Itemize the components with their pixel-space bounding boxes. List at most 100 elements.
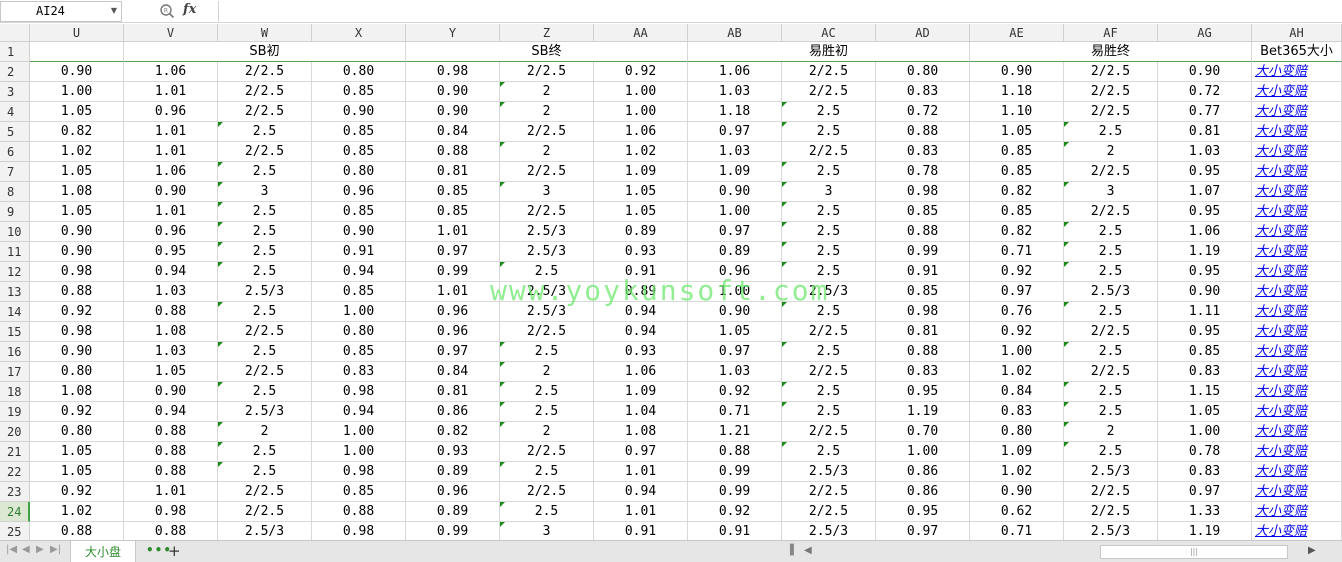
table-cell[interactable]: 2/2.5 xyxy=(218,322,312,342)
row-header[interactable]: 20 xyxy=(0,422,30,442)
table-cell[interactable]: 2/2.5 xyxy=(782,482,876,502)
merged-group-header[interactable]: SB终 xyxy=(406,42,688,62)
merged-group-header[interactable]: SB初 xyxy=(124,42,406,62)
table-cell[interactable]: 1.09 xyxy=(594,382,688,402)
row-header[interactable]: 19 xyxy=(0,402,30,422)
table-cell[interactable]: 0.97 xyxy=(876,522,970,540)
table-cell[interactable]: 0.90 xyxy=(312,102,406,122)
table-cell[interactable]: 0.94 xyxy=(312,402,406,422)
table-cell[interactable]: 1.08 xyxy=(594,422,688,442)
table-cell[interactable]: 0.88 xyxy=(124,422,218,442)
table-cell[interactable]: 0.88 xyxy=(124,462,218,482)
table-cell[interactable]: 0.85 xyxy=(312,202,406,222)
table-cell[interactable]: 1.19 xyxy=(1158,242,1252,262)
table-cell[interactable]: 0.90 xyxy=(406,82,500,102)
table-cell[interactable]: 0.98 xyxy=(30,262,124,282)
table-cell[interactable]: 0.98 xyxy=(30,322,124,342)
table-cell[interactable]: 0.83 xyxy=(876,82,970,102)
row-header[interactable]: 10 xyxy=(0,222,30,242)
table-cell[interactable]: 1.05 xyxy=(688,322,782,342)
table-cell[interactable]: 1.06 xyxy=(124,62,218,82)
table-cell[interactable]: 1.05 xyxy=(30,162,124,182)
table-cell[interactable]: 1.00 xyxy=(688,202,782,222)
table-cell[interactable]: 1.03 xyxy=(124,342,218,362)
table-cell[interactable]: 2 xyxy=(500,82,594,102)
table-cell[interactable]: 3 xyxy=(500,522,594,540)
table-cell[interactable]: 0.95 xyxy=(1158,202,1252,222)
table-cell[interactable]: 0.90 xyxy=(124,382,218,402)
table-cell[interactable]: 0.99 xyxy=(406,522,500,540)
table-cell[interactable]: 1.01 xyxy=(124,482,218,502)
table-cell[interactable]: 0.80 xyxy=(312,322,406,342)
table-cell[interactable]: 2.5 xyxy=(218,382,312,402)
table-cell[interactable]: 0.91 xyxy=(594,522,688,540)
spreadsheet-grid[interactable]: U V W X Y Z AA AB AC AD AE AF AG AH 1 2 3 4 5 6 7 8 9 10 11 12 13… xyxy=(0,24,1342,540)
table-cell[interactable]: 0.85 xyxy=(312,482,406,502)
table-cell[interactable]: 0.95 xyxy=(876,502,970,522)
table-cell[interactable]: 2.5 xyxy=(782,162,876,182)
bet365-header[interactable]: Bet365大小 xyxy=(1252,42,1342,62)
table-cell[interactable]: 1.05 xyxy=(124,362,218,382)
table-cell[interactable]: 2/2.5 xyxy=(1064,482,1158,502)
table-cell[interactable]: 2.5 xyxy=(500,382,594,402)
table-cell[interactable]: 0.72 xyxy=(876,102,970,122)
last-sheet-icon[interactable]: ▶| xyxy=(50,544,61,555)
hyperlink-cell[interactable]: 大小变赔 xyxy=(1252,242,1342,262)
row-header[interactable]: 17 xyxy=(0,362,30,382)
table-cell[interactable]: 1.01 xyxy=(594,502,688,522)
table-cell[interactable]: 0.82 xyxy=(970,182,1064,202)
table-cell[interactable]: 0.88 xyxy=(876,122,970,142)
table-cell[interactable]: 0.96 xyxy=(312,182,406,202)
scrollbar-thumb[interactable]: ||| xyxy=(1100,545,1288,559)
row-header[interactable]: 8 xyxy=(0,182,30,202)
table-cell[interactable]: 0.90 xyxy=(970,482,1064,502)
row-header[interactable]: 24 xyxy=(0,502,30,522)
table-cell[interactable]: 0.97 xyxy=(406,242,500,262)
table-cell[interactable]: 0.98 xyxy=(124,502,218,522)
first-sheet-icon[interactable]: |◀ xyxy=(6,544,17,555)
table-cell[interactable]: 1.03 xyxy=(688,362,782,382)
table-cell[interactable]: 2.5 xyxy=(218,342,312,362)
hyperlink-cell[interactable]: 大小变赔 xyxy=(1252,222,1342,242)
table-cell[interactable]: 1.09 xyxy=(970,442,1064,462)
table-cell[interactable]: 2.5 xyxy=(218,242,312,262)
table-cell[interactable]: 2/2.5 xyxy=(782,142,876,162)
table-cell[interactable]: 0.80 xyxy=(30,422,124,442)
table-cell[interactable]: 2.5 xyxy=(218,222,312,242)
table-cell[interactable]: 0.84 xyxy=(406,122,500,142)
table-cell[interactable]: 2.5/3 xyxy=(500,222,594,242)
table-cell[interactable]: 2/2.5 xyxy=(500,122,594,142)
table-cell[interactable]: 2.5 xyxy=(218,302,312,322)
table-cell[interactable]: 0.94 xyxy=(124,402,218,422)
table-cell[interactable]: 0.83 xyxy=(312,362,406,382)
table-cell[interactable]: 1.02 xyxy=(594,142,688,162)
table-cell[interactable]: 0.85 xyxy=(312,122,406,142)
table-cell[interactable]: 1.00 xyxy=(688,282,782,302)
table-cell[interactable]: 1.00 xyxy=(594,102,688,122)
table-cell[interactable]: 2.5 xyxy=(1064,122,1158,142)
table-cell[interactable]: 1.05 xyxy=(30,102,124,122)
table-cell[interactable]: 1.01 xyxy=(124,122,218,142)
table-cell[interactable]: 0.89 xyxy=(594,222,688,242)
table-cell[interactable]: 2/2.5 xyxy=(218,62,312,82)
table-cell[interactable]: 2/2.5 xyxy=(218,102,312,122)
table-cell[interactable]: 2/2.5 xyxy=(782,422,876,442)
table-cell[interactable]: 0.86 xyxy=(876,462,970,482)
table-cell[interactable]: 2/2.5 xyxy=(1064,162,1158,182)
table-cell[interactable]: 2.5 xyxy=(218,202,312,222)
table-cell[interactable]: 3 xyxy=(1064,182,1158,202)
hyperlink-cell[interactable]: 大小变赔 xyxy=(1252,62,1342,82)
table-cell[interactable]: 2/2.5 xyxy=(1064,62,1158,82)
table-cell[interactable]: 0.90 xyxy=(688,182,782,202)
hyperlink-cell[interactable]: 大小变赔 xyxy=(1252,202,1342,222)
table-cell[interactable]: 0.62 xyxy=(970,502,1064,522)
merged-group-header[interactable]: 易胜终 xyxy=(970,42,1252,62)
formula-input[interactable] xyxy=(220,1,1340,22)
row-header[interactable]: 3 xyxy=(0,82,30,102)
table-cell[interactable]: 0.85 xyxy=(970,142,1064,162)
table-cell[interactable]: 2.5/3 xyxy=(218,402,312,422)
table-cell[interactable]: 0.94 xyxy=(312,262,406,282)
table-cell[interactable]: 0.83 xyxy=(970,402,1064,422)
table-cell[interactable]: 0.88 xyxy=(30,282,124,302)
table-cell[interactable]: 0.99 xyxy=(876,242,970,262)
